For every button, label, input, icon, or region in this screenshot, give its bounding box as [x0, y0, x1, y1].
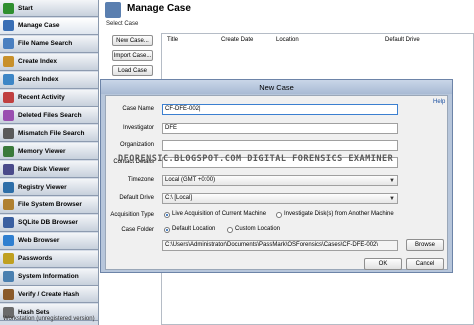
column-create-date[interactable]: Create Date [221, 37, 253, 43]
timezone-value: Local (GMT +0:00) [165, 177, 216, 183]
sidebar: Start Manage Case File Name Search Create I… [0, 0, 99, 325]
cancel-button[interactable]: Cancel [406, 258, 444, 270]
create-index-icon [3, 56, 14, 68]
sidebar-item-raw-disk-viewer[interactable]: Raw Disk Viewer [0, 161, 98, 179]
manage-case-icon [3, 20, 14, 32]
sidebar-item-manage-case[interactable]: Manage Case [0, 17, 98, 35]
select-case-label: Select Case [106, 21, 139, 27]
sidebar-item-label: Create Index [18, 58, 58, 66]
live-acquisition-radio[interactable] [164, 212, 170, 218]
sidebar-item-label: File Name Search [18, 40, 73, 48]
sidebar-item-label: System Information [18, 273, 79, 280]
sidebar-item-memory-viewer[interactable]: Memory Viewer [0, 143, 98, 161]
watermark: DFORENSIC.BLOGSPOT.COM DIGITAL FORENSICS… [118, 154, 394, 164]
timezone-select[interactable]: Local (GMT +0:00) ▼ [162, 175, 398, 186]
sidebar-item-label: Manage Case [18, 22, 60, 30]
sidebar-item-deleted-files-search[interactable]: Deleted Files Search [0, 107, 98, 125]
sidebar-item-label: Search Index [18, 76, 59, 84]
column-title[interactable]: Title [167, 37, 178, 43]
verify-create-hash-icon [3, 288, 14, 300]
deleted-files-search-icon [3, 109, 14, 121]
sidebar-item-registry-viewer[interactable]: Registry Viewer [0, 179, 98, 196]
help-link[interactable]: Help [433, 99, 445, 105]
sidebar-item-label: Deleted Files Search [18, 111, 82, 119]
sidebar-item-label: Web Browser [18, 237, 60, 245]
sidebar-item-label: Start [18, 4, 33, 12]
default-location-radio[interactable] [164, 227, 170, 233]
case-name-field[interactable]: CF-DFE-002| [162, 104, 398, 115]
page-title: Manage Case [127, 3, 191, 14]
investigator-field[interactable]: DFE [162, 123, 398, 134]
sidebar-item-label: SQLite DB Browser [18, 219, 78, 227]
file-name-search-icon [3, 38, 14, 50]
status-text: Workstation (unregistered version) [3, 316, 95, 322]
registry-viewer-icon [3, 181, 14, 193]
sidebar-item-system-information[interactable]: System Information [0, 268, 98, 286]
memory-viewer-icon [3, 145, 14, 157]
sidebar-item-label: Hash Sets [18, 308, 50, 316]
column-default-drive[interactable]: Default Drive [385, 37, 420, 43]
custom-location-radio[interactable] [227, 227, 233, 233]
investigate-disk-radio[interactable] [276, 212, 282, 218]
passwords-icon [3, 253, 14, 265]
case-name-label: Case Name [122, 106, 154, 112]
investigator-label: Investigator [122, 125, 154, 131]
default-drive-label: Default Drive [119, 195, 154, 201]
default-location-label[interactable]: Default Location [172, 226, 215, 232]
search-index-icon [3, 74, 14, 86]
sidebar-item-label: File System Browser [18, 201, 82, 209]
organization-field[interactable] [162, 140, 398, 151]
case-icon [105, 2, 121, 18]
sidebar-item-label: Mismatch File Search [18, 129, 85, 137]
sidebar-item-label: Verify / Create Hash [18, 290, 80, 298]
sidebar-item-recent-activity[interactable]: Recent Activity [0, 89, 98, 107]
default-drive-select[interactable]: C:\ [Local] ▼ [162, 193, 398, 204]
chevron-down-icon: ▼ [389, 178, 395, 184]
sidebar-item-search-index[interactable]: Search Index [0, 71, 98, 89]
mismatch-file-search-icon [3, 127, 14, 139]
case-folder-path[interactable]: C:\Users\Administrator\Documents\PassMar… [162, 240, 398, 251]
load-case-button[interactable]: Load Case [112, 65, 153, 76]
sidebar-item-label: Recent Activity [18, 94, 65, 101]
live-acquisition-label[interactable]: Live Acquisition of Current Machine [172, 211, 266, 217]
sidebar-item-start[interactable]: Start [0, 0, 98, 17]
raw-disk-viewer-icon [3, 163, 14, 175]
recent-activity-icon [3, 92, 14, 103]
sidebar-item-label: Registry Viewer [18, 183, 67, 191]
sidebar-item-file-name-search[interactable]: File Name Search [0, 35, 98, 53]
start-icon [3, 2, 14, 14]
sidebar-item-create-index[interactable]: Create Index [0, 53, 98, 71]
web-browser-icon [3, 235, 14, 247]
sqlite-db-browser-icon [3, 217, 14, 229]
default-drive-value: C:\ [Local] [165, 195, 193, 201]
case-folder-label: Case Folder [121, 227, 154, 233]
sidebar-item-label: Memory Viewer [18, 147, 66, 155]
investigate-disk-label[interactable]: Investigate Disk(s) from Another Machine [284, 211, 394, 217]
import-case-button[interactable]: Import Case... [112, 50, 153, 61]
sidebar-item-file-system-browser[interactable]: File System Browser [0, 196, 98, 214]
sidebar-item-label: Raw Disk Viewer [18, 165, 70, 173]
sidebar-item-mismatch-file-search[interactable]: Mismatch File Search [0, 125, 98, 143]
sidebar-item-label: Passwords [18, 255, 53, 263]
sidebar-item-passwords[interactable]: Passwords [0, 250, 98, 268]
browse-button[interactable]: Browse [406, 239, 444, 251]
sidebar-item-verify-create-hash[interactable]: Verify / Create Hash [0, 286, 98, 304]
timezone-label: Timezone [127, 177, 154, 183]
chevron-down-icon: ▼ [389, 196, 395, 202]
sidebar-item-sqlite-db-browser[interactable]: SQLite DB Browser [0, 214, 98, 232]
organization-label: Organization [119, 142, 154, 148]
column-location[interactable]: Location [276, 37, 299, 43]
acquisition-label: Acquisition Type [110, 212, 154, 218]
custom-location-label[interactable]: Custom Location [235, 226, 280, 232]
ok-button[interactable]: OK [364, 258, 402, 270]
file-system-browser-icon [3, 199, 14, 211]
system-information-icon [3, 271, 14, 282]
new-case-button[interactable]: New Case... [112, 35, 153, 46]
sidebar-item-web-browser[interactable]: Web Browser [0, 232, 98, 250]
dialog-title: New Case [101, 80, 452, 94]
